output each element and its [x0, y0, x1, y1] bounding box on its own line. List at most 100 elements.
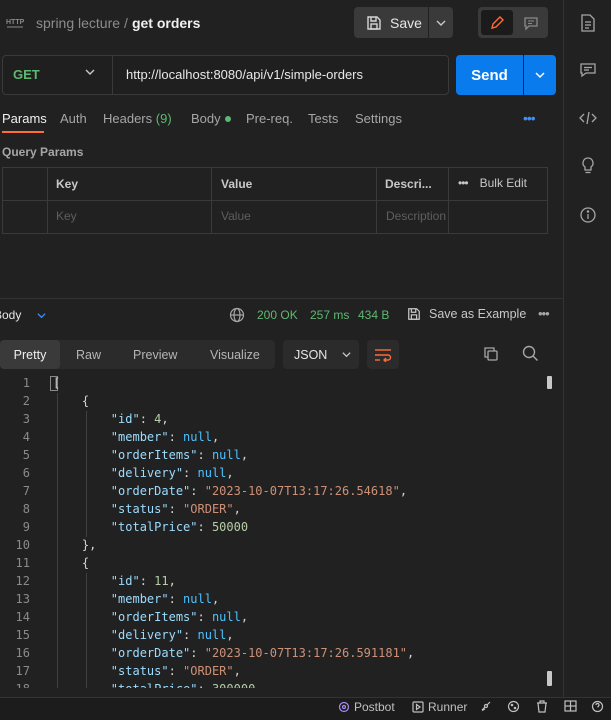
tab-settings[interactable]: Settings	[355, 111, 402, 126]
runner-icon	[412, 701, 424, 713]
tab-headers[interactable]: Headers (9)	[103, 111, 172, 126]
save-as-example-button[interactable]: Save as Example	[407, 307, 526, 321]
column-header-value: Value	[221, 177, 253, 191]
chevron-down-icon[interactable]	[84, 66, 96, 81]
code-line: "delivery": null,	[110, 466, 234, 480]
chevron-down-icon[interactable]	[36, 309, 47, 324]
postbot-button[interactable]: Postbot	[338, 700, 395, 714]
scrollbar-thumb[interactable]	[547, 671, 552, 686]
line-number: 13	[15, 592, 30, 606]
active-tab-underline	[2, 131, 44, 133]
line-number: 10	[15, 538, 30, 552]
breadcrumb-collection[interactable]: spring lecture	[36, 15, 120, 31]
value-input[interactable]: Value	[221, 209, 251, 223]
help-icon[interactable]	[591, 700, 604, 713]
code-icon[interactable]	[578, 108, 598, 128]
code-line: [	[53, 376, 61, 390]
line-number: 5	[22, 448, 30, 462]
tab-tests[interactable]: Tests	[308, 111, 338, 126]
send-button[interactable]: Send	[456, 55, 523, 95]
save-dropdown-button[interactable]	[429, 7, 453, 38]
headers-count: (9)	[155, 111, 172, 126]
breadcrumb-separator: /	[124, 15, 128, 31]
tab-visualize[interactable]: Visualize	[210, 340, 260, 369]
line-number: 14	[15, 610, 30, 624]
lightbulb-icon[interactable]	[578, 156, 598, 176]
body-indicator-dot	[224, 116, 231, 122]
line-number: 6	[22, 466, 30, 480]
scrollbar-marker[interactable]	[547, 376, 552, 389]
table-column-divider	[211, 167, 212, 234]
more-options-button[interactable]: •••	[523, 110, 536, 126]
layout-icon[interactable]	[564, 700, 577, 712]
code-line: "totalPrice": 50000	[110, 520, 249, 534]
bulk-edit-button[interactable]: ••• Bulk Edit	[458, 176, 527, 190]
save-button[interactable]: Save	[354, 7, 428, 38]
trash-icon[interactable]	[536, 700, 548, 713]
format-select[interactable]: JSON	[283, 340, 359, 369]
url-input[interactable]: http://localhost:8080/api/v1/simple-orde…	[126, 67, 363, 82]
line-number: 16	[15, 646, 30, 660]
code-line: "member": null,	[110, 592, 220, 606]
code-line: "id": 11,	[110, 574, 176, 588]
key-input[interactable]: Key	[56, 209, 77, 223]
tab-auth[interactable]: Auth	[60, 111, 87, 126]
send-dropdown-button[interactable]	[524, 55, 556, 95]
document-icon[interactable]	[578, 13, 598, 33]
line-number: 7	[22, 484, 30, 498]
code-line: "orderDate": "2023-10-07T13:17:26.591181…	[110, 646, 415, 660]
wrap-lines-button[interactable]	[367, 340, 399, 369]
edit-mode-button[interactable]	[481, 10, 513, 35]
runner-label: Runner	[428, 700, 468, 714]
tab-pretty[interactable]: Pretty	[0, 340, 60, 369]
method-select[interactable]: GET	[13, 67, 40, 82]
info-icon[interactable]	[578, 205, 598, 225]
line-number: 11	[15, 556, 30, 570]
response-time[interactable]: 257 ms	[310, 308, 349, 322]
column-header-key: Key	[56, 177, 79, 191]
pane-splitter[interactable]	[0, 298, 563, 299]
line-number: 15	[15, 628, 30, 642]
postbot-label: Postbot	[354, 700, 395, 714]
table-column-divider	[376, 167, 377, 234]
tab-body[interactable]: Body	[191, 111, 231, 126]
code-line: "status": "ORDER",	[110, 664, 241, 678]
http-icon: HTTP	[6, 13, 25, 31]
more-icon[interactable]: •••	[458, 176, 469, 190]
postbot-icon	[338, 701, 350, 713]
tab-raw[interactable]: Raw	[76, 340, 101, 369]
tab-headers-label: Headers	[103, 111, 153, 126]
save-as-example-label: Save as Example	[429, 307, 527, 321]
tab-preview[interactable]: Preview	[133, 340, 177, 369]
save-label: Save	[390, 14, 422, 31]
runner-button[interactable]: Runner	[412, 700, 467, 714]
cookies-icon[interactable]	[507, 700, 520, 713]
save-icon	[408, 308, 420, 320]
chevron-down-icon	[342, 352, 351, 358]
breadcrumb: spring lecture / get orders	[36, 15, 200, 31]
format-label: JSON	[294, 347, 328, 362]
comment-mode-button[interactable]	[517, 10, 545, 35]
description-input[interactable]: Description	[386, 209, 446, 223]
table-column-divider	[448, 167, 449, 234]
save-icon	[367, 15, 381, 30]
copy-icon[interactable]	[483, 346, 499, 365]
response-more-button[interactable]: •••	[538, 306, 550, 321]
response-section-label[interactable]: Body	[0, 308, 21, 322]
response-size[interactable]: 434 B	[358, 308, 389, 322]
tab-prereq[interactable]: Pre-req.	[246, 111, 293, 126]
code-line: {	[81, 556, 90, 570]
chevron-down-icon	[535, 72, 545, 79]
divider	[112, 56, 113, 94]
comments-icon[interactable]	[578, 60, 598, 80]
line-number: 17	[15, 664, 30, 678]
request-name[interactable]: get orders	[132, 15, 200, 31]
response-code-view[interactable]: 1 [2 {3 "id": 4, 4 "member": null, 5 "order…	[0, 375, 545, 688]
search-icon[interactable]	[522, 345, 539, 365]
chevron-down-icon	[436, 20, 446, 26]
status-code[interactable]: 200 OK	[257, 308, 298, 322]
proxy-icon[interactable]	[480, 700, 492, 712]
tab-params[interactable]: Params	[2, 111, 47, 126]
globe-icon[interactable]	[229, 307, 245, 326]
code-line: "delivery": null,	[110, 628, 234, 642]
